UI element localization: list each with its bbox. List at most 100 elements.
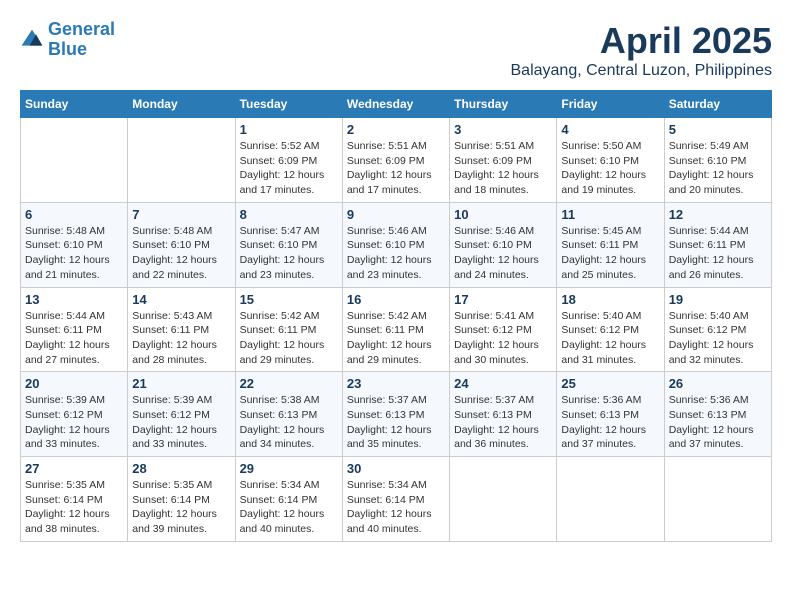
- day-info: Sunrise: 5:49 AMSunset: 6:10 PMDaylight:…: [669, 139, 767, 198]
- day-number: 13: [25, 292, 123, 307]
- day-number: 14: [132, 292, 230, 307]
- day-number: 24: [454, 376, 552, 391]
- calendar-day-cell: [128, 118, 235, 203]
- calendar-day-cell: 9 Sunrise: 5:46 AMSunset: 6:10 PMDaylight…: [342, 202, 449, 287]
- calendar-day-cell: 24 Sunrise: 5:37 AMSunset: 6:13 PMDayligh…: [450, 372, 557, 457]
- day-info: Sunrise: 5:45 AMSunset: 6:11 PMDaylight:…: [561, 224, 659, 283]
- day-number: 3: [454, 122, 552, 137]
- day-info: Sunrise: 5:36 AMSunset: 6:13 PMDaylight:…: [561, 393, 659, 452]
- day-info: Sunrise: 5:37 AMSunset: 6:13 PMDaylight:…: [347, 393, 445, 452]
- calendar-day-cell: 20 Sunrise: 5:39 AMSunset: 6:12 PMDayligh…: [21, 372, 128, 457]
- day-number: 8: [240, 207, 338, 222]
- day-number: 23: [347, 376, 445, 391]
- calendar-header: SundayMondayTuesdayWednesdayThursdayFrid…: [21, 91, 772, 118]
- calendar-day-cell: 28 Sunrise: 5:35 AMSunset: 6:14 PMDayligh…: [128, 457, 235, 542]
- calendar-day-cell: 10Sunrise: 5:46 AMSunset: 6:10 PMDayligh…: [450, 202, 557, 287]
- day-info: Sunrise: 5:35 AMSunset: 6:14 PMDaylight:…: [25, 478, 123, 537]
- day-info: Sunrise: 5:46 AMSunset: 6:10 PMDaylight:…: [347, 224, 445, 283]
- calendar-day-cell: 8 Sunrise: 5:47 AMSunset: 6:10 PMDaylight…: [235, 202, 342, 287]
- weekday-header-cell: Saturday: [664, 91, 771, 118]
- day-number: 15: [240, 292, 338, 307]
- calendar-day-cell: 11 Sunrise: 5:45 AMSunset: 6:11 PMDayligh…: [557, 202, 664, 287]
- weekday-header-cell: Tuesday: [235, 91, 342, 118]
- day-info: Sunrise: 5:47 AMSunset: 6:10 PMDaylight:…: [240, 224, 338, 283]
- calendar-day-cell: 26Sunrise: 5:36 AMSunset: 6:13 PMDayligh…: [664, 372, 771, 457]
- day-number: 27: [25, 461, 123, 476]
- day-number: 28: [132, 461, 230, 476]
- calendar-day-cell: 5Sunrise: 5:49 AMSunset: 6:10 PMDaylight…: [664, 118, 771, 203]
- day-info: Sunrise: 5:46 AMSunset: 6:10 PMDaylight:…: [454, 224, 552, 283]
- calendar-day-cell: 23 Sunrise: 5:37 AMSunset: 6:13 PMDayligh…: [342, 372, 449, 457]
- day-info: Sunrise: 5:48 AMSunset: 6:10 PMDaylight:…: [132, 224, 230, 283]
- calendar-day-cell: 7 Sunrise: 5:48 AMSunset: 6:10 PMDaylight…: [128, 202, 235, 287]
- day-number: 1: [240, 122, 338, 137]
- day-info: Sunrise: 5:50 AMSunset: 6:10 PMDaylight:…: [561, 139, 659, 198]
- day-number: 7: [132, 207, 230, 222]
- day-number: 16: [347, 292, 445, 307]
- logo: General Blue: [20, 20, 115, 60]
- day-number: 4: [561, 122, 659, 137]
- calendar-day-cell: 6 Sunrise: 5:48 AMSunset: 6:10 PMDaylight…: [21, 202, 128, 287]
- calendar-day-cell: 4 Sunrise: 5:50 AMSunset: 6:10 PMDaylight…: [557, 118, 664, 203]
- calendar-day-cell: 14 Sunrise: 5:43 AMSunset: 6:11 PMDayligh…: [128, 287, 235, 372]
- calendar-day-cell: 3 Sunrise: 5:51 AMSunset: 6:09 PMDaylight…: [450, 118, 557, 203]
- calendar-day-cell: 18 Sunrise: 5:40 AMSunset: 6:12 PMDayligh…: [557, 287, 664, 372]
- day-info: Sunrise: 5:51 AMSunset: 6:09 PMDaylight:…: [454, 139, 552, 198]
- day-number: 22: [240, 376, 338, 391]
- day-info: Sunrise: 5:48 AMSunset: 6:10 PMDaylight:…: [25, 224, 123, 283]
- day-info: Sunrise: 5:39 AMSunset: 6:12 PMDaylight:…: [132, 393, 230, 452]
- calendar-week-row: 13 Sunrise: 5:44 AMSunset: 6:11 PMDayligh…: [21, 287, 772, 372]
- calendar-day-cell: 17Sunrise: 5:41 AMSunset: 6:12 PMDayligh…: [450, 287, 557, 372]
- main-title: April 2025: [511, 20, 773, 62]
- day-number: 26: [669, 376, 767, 391]
- day-info: Sunrise: 5:34 AMSunset: 6:14 PMDaylight:…: [347, 478, 445, 537]
- calendar-day-cell: [664, 457, 771, 542]
- page-header: General Blue April 2025 Balayang, Centra…: [20, 20, 772, 80]
- day-info: Sunrise: 5:34 AMSunset: 6:14 PMDaylight:…: [240, 478, 338, 537]
- subtitle: Balayang, Central Luzon, Philippines: [511, 62, 773, 80]
- day-number: 9: [347, 207, 445, 222]
- day-number: 20: [25, 376, 123, 391]
- logo-icon: [20, 28, 44, 52]
- calendar-table: SundayMondayTuesdayWednesdayThursdayFrid…: [20, 90, 772, 542]
- calendar-day-cell: 27 Sunrise: 5:35 AMSunset: 6:14 PMDayligh…: [21, 457, 128, 542]
- day-info: Sunrise: 5:38 AMSunset: 6:13 PMDaylight:…: [240, 393, 338, 452]
- weekday-header-cell: Friday: [557, 91, 664, 118]
- calendar-day-cell: 2Sunrise: 5:51 AMSunset: 6:09 PMDaylight…: [342, 118, 449, 203]
- weekday-header-cell: Thursday: [450, 91, 557, 118]
- day-number: 19: [669, 292, 767, 307]
- logo-text: General Blue: [48, 20, 115, 60]
- day-info: Sunrise: 5:35 AMSunset: 6:14 PMDaylight:…: [132, 478, 230, 537]
- day-number: 11: [561, 207, 659, 222]
- calendar-day-cell: 16Sunrise: 5:42 AMSunset: 6:11 PMDayligh…: [342, 287, 449, 372]
- day-number: 21: [132, 376, 230, 391]
- day-info: Sunrise: 5:39 AMSunset: 6:12 PMDaylight:…: [25, 393, 123, 452]
- day-number: 29: [240, 461, 338, 476]
- day-info: Sunrise: 5:43 AMSunset: 6:11 PMDaylight:…: [132, 309, 230, 368]
- weekday-header-row: SundayMondayTuesdayWednesdayThursdayFrid…: [21, 91, 772, 118]
- calendar-body: 1Sunrise: 5:52 AMSunset: 6:09 PMDaylight…: [21, 118, 772, 542]
- calendar-day-cell: 25 Sunrise: 5:36 AMSunset: 6:13 PMDayligh…: [557, 372, 664, 457]
- calendar-day-cell: 13 Sunrise: 5:44 AMSunset: 6:11 PMDayligh…: [21, 287, 128, 372]
- day-info: Sunrise: 5:44 AMSunset: 6:11 PMDaylight:…: [669, 224, 767, 283]
- day-info: Sunrise: 5:44 AMSunset: 6:11 PMDaylight:…: [25, 309, 123, 368]
- calendar-day-cell: 22 Sunrise: 5:38 AMSunset: 6:13 PMDayligh…: [235, 372, 342, 457]
- calendar-day-cell: 1Sunrise: 5:52 AMSunset: 6:09 PMDaylight…: [235, 118, 342, 203]
- day-info: Sunrise: 5:40 AMSunset: 6:12 PMDaylight:…: [669, 309, 767, 368]
- calendar-day-cell: 29 Sunrise: 5:34 AMSunset: 6:14 PMDayligh…: [235, 457, 342, 542]
- weekday-header-cell: Sunday: [21, 91, 128, 118]
- day-number: 25: [561, 376, 659, 391]
- calendar-day-cell: 30Sunrise: 5:34 AMSunset: 6:14 PMDayligh…: [342, 457, 449, 542]
- calendar-week-row: 1Sunrise: 5:52 AMSunset: 6:09 PMDaylight…: [21, 118, 772, 203]
- day-number: 17: [454, 292, 552, 307]
- calendar-day-cell: 19 Sunrise: 5:40 AMSunset: 6:12 PMDayligh…: [664, 287, 771, 372]
- calendar-day-cell: 12Sunrise: 5:44 AMSunset: 6:11 PMDayligh…: [664, 202, 771, 287]
- weekday-header-cell: Monday: [128, 91, 235, 118]
- calendar-week-row: 27 Sunrise: 5:35 AMSunset: 6:14 PMDayligh…: [21, 457, 772, 542]
- day-number: 18: [561, 292, 659, 307]
- day-number: 2: [347, 122, 445, 137]
- day-number: 6: [25, 207, 123, 222]
- title-area: April 2025 Balayang, Central Luzon, Phil…: [511, 20, 773, 80]
- day-info: Sunrise: 5:40 AMSunset: 6:12 PMDaylight:…: [561, 309, 659, 368]
- day-info: Sunrise: 5:37 AMSunset: 6:13 PMDaylight:…: [454, 393, 552, 452]
